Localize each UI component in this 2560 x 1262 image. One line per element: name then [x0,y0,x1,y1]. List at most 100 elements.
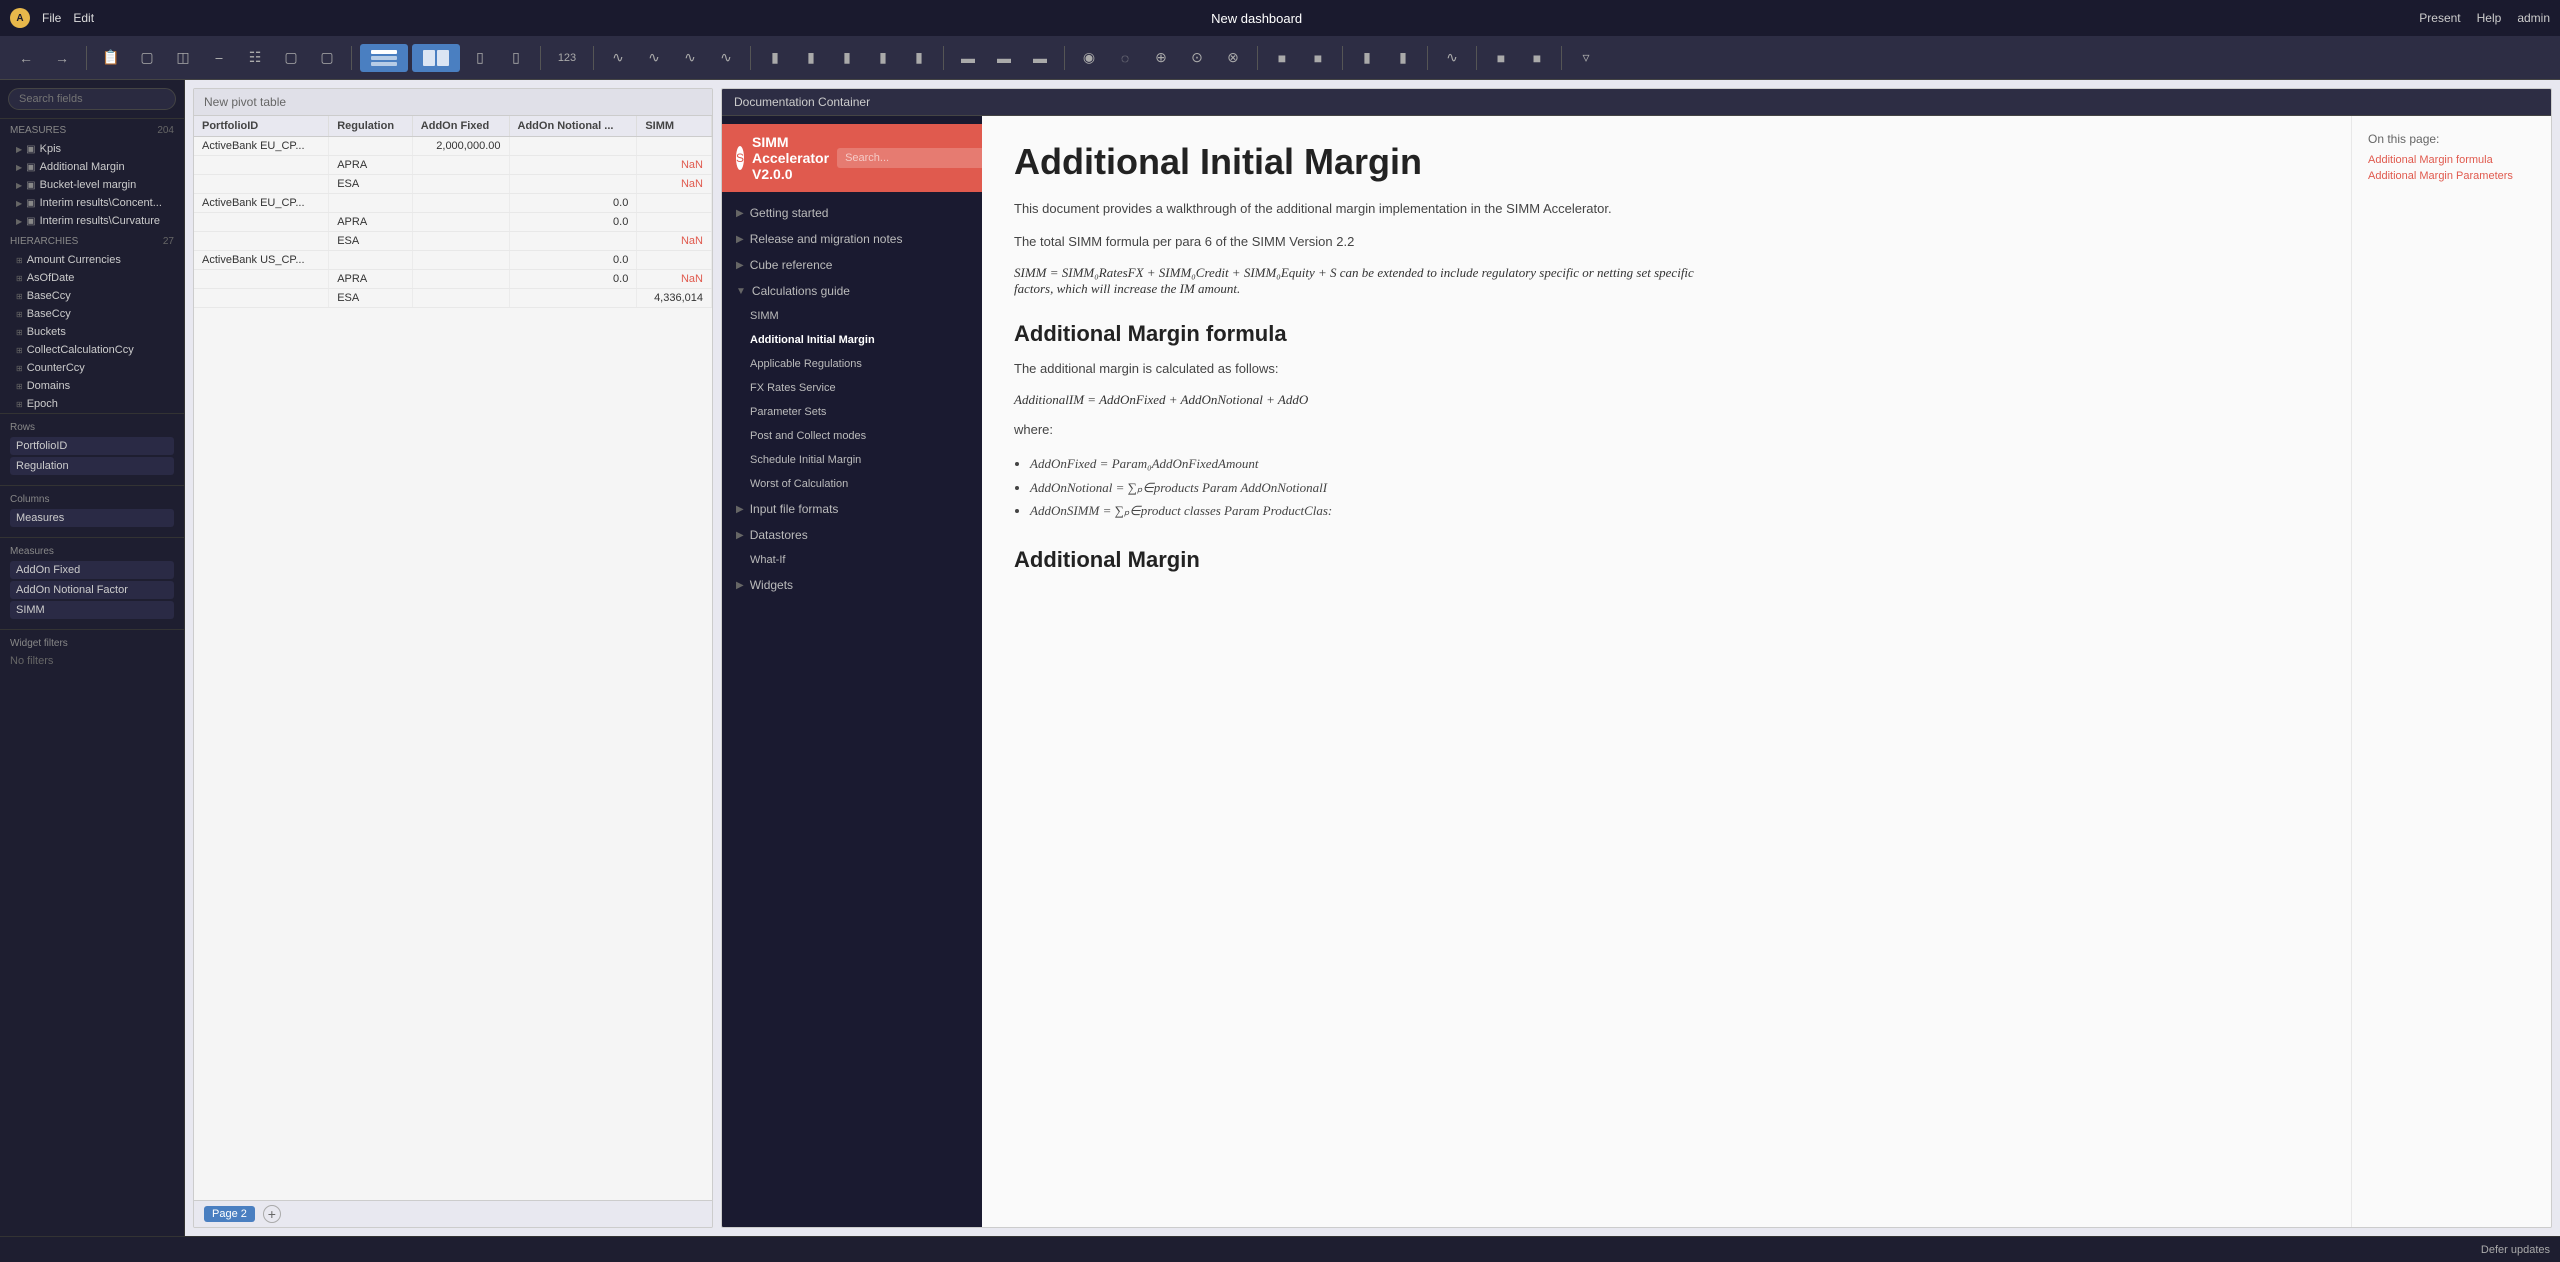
table-row[interactable]: ESA NaN [194,175,712,194]
share-button[interactable]: ▢ [131,44,163,72]
table-btn1[interactable] [360,44,408,72]
sidebar-item-interim-concent[interactable]: ▶ ▣ Interim results\Concent... [0,194,184,212]
combo3-btn[interactable]: ■ [1521,44,1553,72]
paste-button[interactable]: ▢ [311,44,343,72]
nav-additional-initial-margin[interactable]: Additional Initial Margin [722,328,982,352]
nav-post-collect[interactable]: Post and Collect modes [722,424,982,448]
hbar-chart-btn1[interactable]: ▬ [952,44,984,72]
save-button[interactable]: 📋 [95,44,127,72]
table-btn3[interactable]: ▯ [464,44,496,72]
nav-datastores[interactable]: ▶ Datastores [722,522,982,548]
sidebar-hier-baseccy2[interactable]: ⊞ BaseCcy [0,305,184,323]
toc-link-formula[interactable]: Additional Margin formula [2368,154,2535,166]
table-btn2[interactable] [412,44,460,72]
copy-button[interactable]: ▢ [275,44,307,72]
scatter-btn[interactable]: ∿ [710,44,742,72]
area-chart-btn[interactable]: ∿ [638,44,670,72]
gauge-btn[interactable]: ⊕ [1145,44,1177,72]
table-row[interactable]: ESA NaN [194,232,712,251]
edit-menu[interactable]: Edit [73,11,94,25]
help-button[interactable]: Help [2477,11,2502,25]
line-chart-btn[interactable]: ∿ [602,44,634,72]
waterfall-btn[interactable]: ▮ [1351,44,1383,72]
nav-schedule-initial[interactable]: Schedule Initial Margin [722,448,982,472]
sparkline-btn[interactable]: ∿ [1436,44,1468,72]
search-input[interactable] [8,88,176,110]
nav-fx-rates[interactable]: FX Rates Service [722,376,982,400]
nav-forward-button[interactable]: → [46,44,78,72]
num-btn[interactable]: 123 [549,44,585,72]
nav-getting-started[interactable]: ▶ Getting started [722,200,982,226]
sidebar-item-additional-margin[interactable]: ▶ ▣ Additional Margin [0,158,184,176]
nav-what-if[interactable]: What-If [722,548,982,572]
sidebar-hier-counterccy[interactable]: ⊞ CounterCcy [0,359,184,377]
filter-panel-btn[interactable]: ▿ [1570,44,1602,72]
defer-updates-button[interactable]: Defer updates [2481,1244,2550,1256]
nav-back-button[interactable]: ← [10,44,42,72]
hbar-chart-btn2[interactable]: ▬ [988,44,1020,72]
nav-input-formats[interactable]: ▶ Input file formats [722,496,982,522]
doc-search-input[interactable] [837,148,982,168]
nav-cube-reference[interactable]: ▶ Cube reference [722,252,982,278]
sidebar-item-interim-curvature[interactable]: ▶ ▣ Interim results\Curvature [0,212,184,230]
nav-calculations-guide[interactable]: ▼ Calculations guide [722,278,982,304]
add-page-button[interactable]: + [263,1205,281,1223]
rows-regulation[interactable]: Regulation [10,457,174,475]
combo2-btn[interactable]: ■ [1485,44,1517,72]
hierarchies-section-header: HIERARCHIES 27 [0,230,184,251]
sidebar-item-bucket-level[interactable]: ▶ ▣ Bucket-level margin [0,176,184,194]
treemap-btn[interactable]: ⊙ [1181,44,1213,72]
table-row[interactable]: APRA 0.0 NaN [194,270,712,289]
columns-measures[interactable]: Measures [10,509,174,527]
nav-applicable-regulations[interactable]: Applicable Regulations [722,352,982,376]
present-button[interactable]: Present [2419,11,2460,25]
measure-simm[interactable]: SIMM [10,601,174,619]
measure-addon-notional[interactable]: AddOn Notional Factor [10,581,174,599]
table-row[interactable]: ActiveBank EU_CP... 0.0 [194,194,712,213]
file-menu[interactable]: File [42,11,61,25]
sidebar-item-kpis[interactable]: ▶ ▣ Kpis [0,140,184,158]
nav-widgets[interactable]: ▶ Widgets [722,572,982,598]
table-row[interactable]: APRA NaN [194,156,712,175]
donut-chart-btn[interactable]: ◌ [1109,44,1141,72]
admin-button[interactable]: admin [2517,11,2550,25]
sidebar-hier-amount[interactable]: ⊞ Amount Currencies [0,251,184,269]
table-row[interactable]: ActiveBank EU_CP... 2,000,000.00 [194,137,712,156]
hbar-chart-btn3[interactable]: ▬ [1024,44,1056,72]
bar-chart-btn[interactable]: ▮ [759,44,791,72]
sidebar-hier-baseccy1[interactable]: ⊞ BaseCcy [0,287,184,305]
table-row[interactable]: ESA 4,336,014 [194,289,712,308]
bar-chart-btn2[interactable]: ▮ [795,44,827,72]
nav-release-notes[interactable]: ▶ Release and migration notes [722,226,982,252]
nav-worst-of[interactable]: Worst of Calculation [722,472,982,496]
doc-formula-section: The additional margin is calculated as f… [1014,359,1714,380]
nav-parameter-sets[interactable]: Parameter Sets [722,400,982,424]
table-btn4[interactable]: ▯ [500,44,532,72]
pivot-table[interactable]: PortfolioID Regulation AddOn Fixed AddOn… [194,116,712,1200]
nav-simm[interactable]: SIMM [722,304,982,328]
combo-chart-btn[interactable]: ∿ [674,44,706,72]
toc-link-parameters[interactable]: Additional Margin Parameters [2368,170,2535,182]
sidebar-hier-collectccy[interactable]: ⊞ CollectCalculationCcy [0,341,184,359]
simm-logo-icon: S [736,146,744,170]
sidebar-hier-domains[interactable]: ⊞ Domains [0,377,184,395]
table-row[interactable]: ActiveBank US_CP... 0.0 [194,251,712,270]
waterfall2-btn[interactable]: ▮ [1387,44,1419,72]
rows-portfolioid[interactable]: PortfolioID [10,437,174,455]
measure-addon-fixed[interactable]: AddOn Fixed [10,561,174,579]
page-button[interactable]: Page 2 [204,1206,255,1222]
grid-button[interactable]: ◫ [167,44,199,72]
sidebar-hier-buckets[interactable]: ⊞ Buckets [0,323,184,341]
heatmap-btn[interactable]: ⊗ [1217,44,1249,72]
table-row[interactable]: APRA 0.0 [194,213,712,232]
filter-button[interactable]: ☷ [239,44,271,72]
scatter2-btn[interactable]: ■ [1266,44,1298,72]
sidebar-hier-epoch[interactable]: ⊞ Epoch [0,395,184,413]
bubble-btn[interactable]: ■ [1302,44,1334,72]
bar-chart-btn5[interactable]: ▮ [903,44,935,72]
bar-chart-btn4[interactable]: ▮ [867,44,899,72]
connect-button[interactable]: ⎯ [203,44,235,72]
pie-chart-btn[interactable]: ◉ [1073,44,1105,72]
bar-chart-btn3[interactable]: ▮ [831,44,863,72]
sidebar-hier-asofdate[interactable]: ⊞ AsOfDate [0,269,184,287]
